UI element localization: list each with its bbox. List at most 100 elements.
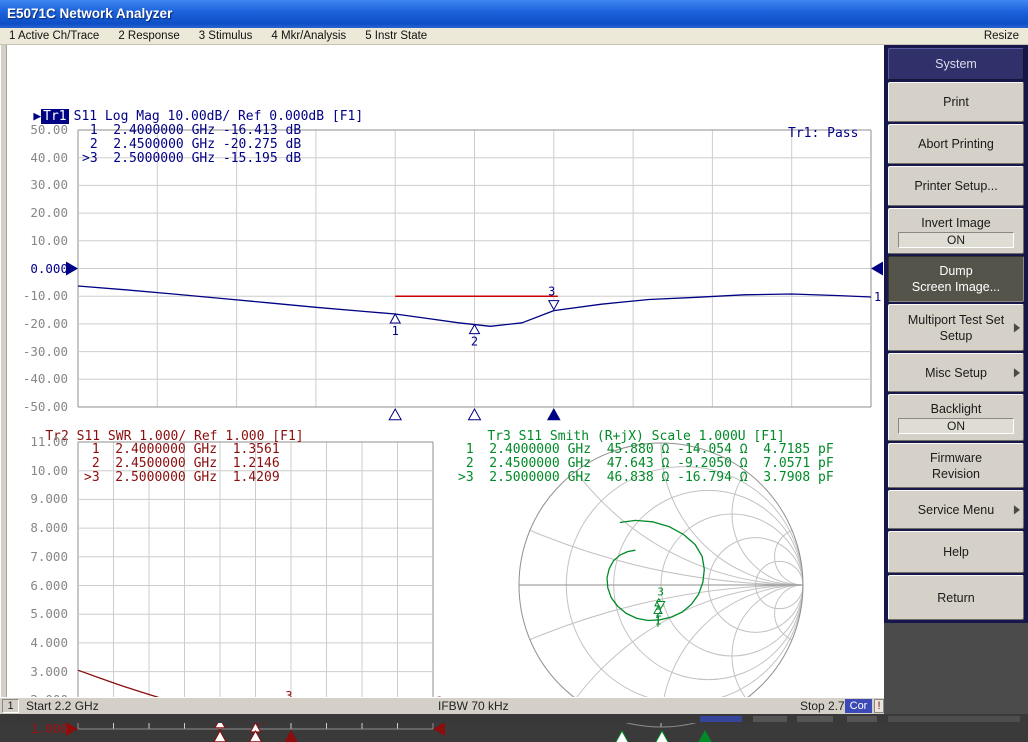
trace1-pass-status: Tr1: Pass	[788, 126, 858, 141]
taskbar-button[interactable]	[797, 716, 833, 722]
warning-badge: !	[874, 699, 884, 713]
trace2-marker-table: 1 2.4000000 GHz 1.3561 2 2.4500000 GHz 1…	[84, 443, 280, 485]
sidebar-button-label: Help	[943, 544, 969, 560]
taskbar-strip	[0, 714, 1028, 723]
y-axis-tick: 50.00	[6, 123, 68, 137]
screen-left-bevel	[0, 45, 7, 697]
y-axis-tick: 1.000	[6, 722, 68, 736]
trace3-stimulus-marker-1	[615, 731, 629, 742]
marker-row: 1 2.4000000 GHz 1.3561	[84, 443, 280, 457]
analyzer-screen: 12311232123 ▶Tr1S11 Log Mag 10.00dB/ Ref…	[0, 45, 884, 697]
sidebar-button-state: ON	[898, 418, 1014, 434]
trace1-marker-label-1: 1	[392, 324, 399, 338]
trace1-marker-1	[390, 314, 400, 323]
y-axis-tick: 8.000	[6, 521, 68, 535]
sidebar-button-firmware-revision[interactable]: FirmwareRevision	[888, 443, 1024, 488]
sidebar-button-printer-setup[interactable]: Printer Setup...	[888, 166, 1024, 206]
sidebar-button-label: Misc Setup	[925, 365, 987, 381]
trace1-marker-label-3: 3	[548, 285, 555, 299]
sidebar-button-label: Firmware	[930, 450, 982, 466]
title-bar[interactable]: E5071C Network Analyzer	[0, 0, 1028, 28]
smith-reactance-arc	[519, 90, 884, 585]
sidebar-button-label: Print	[943, 94, 969, 110]
y-axis-tick: -40.00	[6, 372, 68, 386]
y-axis-tick: -30.00	[6, 345, 68, 359]
y-axis-tick: 3.000	[6, 665, 68, 679]
trace1-marker-2	[470, 325, 480, 334]
sidebar-button-abort-printing[interactable]: Abort Printing	[888, 124, 1024, 164]
trace1-format-label: S11 Log Mag 10.00dB/ Ref 0.000dB [F1]	[74, 109, 364, 124]
menu-item-5-instr-state[interactable]: 5 Instr State	[365, 30, 427, 42]
sidebar-button-return[interactable]: Return	[888, 575, 1024, 620]
trace3-stimulus-marker-3	[698, 731, 712, 742]
y-axis-tick: 5.000	[6, 607, 68, 621]
y-axis-tick: 40.00	[6, 151, 68, 165]
sidebar-button-label: Multiport Test Set	[908, 312, 1004, 328]
y-axis-tick: 10.00	[6, 464, 68, 478]
sidebar-button-dump-screen-image[interactable]: DumpScreen Image...	[888, 256, 1024, 302]
sidebar-button-label: Service Menu	[918, 502, 994, 518]
y-axis-tick: 6.000	[6, 579, 68, 593]
trace1-ref-right	[871, 262, 883, 276]
sidebar-button-state: ON	[898, 232, 1014, 248]
sidebar-button-service-menu[interactable]: Service Menu ▶	[888, 490, 1024, 529]
trace1-marker-label-2: 2	[471, 335, 478, 349]
taskbar-button[interactable]	[700, 716, 742, 722]
y-axis-tick: 11.00	[6, 435, 68, 449]
sidebar-button-help[interactable]: Help	[888, 531, 1024, 573]
sidebar-button-label: Return	[937, 590, 975, 606]
app-window: { "window": {"title": "E5071C Network An…	[0, 0, 1028, 723]
sidebar-button-backlight[interactable]: BacklightON	[888, 394, 1024, 441]
sidebar-button-label: Backlight	[931, 401, 982, 417]
submenu-arrow-icon: ▶	[1014, 498, 1020, 522]
marker-row: 2 2.4500000 GHz -20.275 dB	[82, 138, 301, 152]
menu-item-1-active-ch-trace[interactable]: 1 Active Ch/Trace	[9, 30, 99, 42]
sidebar-button-label: Revision	[932, 466, 980, 482]
y-axis-tick: 30.00	[6, 178, 68, 192]
softkey-buttons: System Print Abort PrintingPrinter Setup..…	[888, 48, 1024, 622]
trace1-marker-table: 1 2.4000000 GHz -16.413 dB 2 2.4500000 G…	[82, 124, 301, 166]
trace2-stimulus-marker-3	[285, 731, 297, 742]
y-axis-tick: 7.000	[6, 550, 68, 564]
sidebar-button-label: Screen Image...	[912, 279, 1000, 295]
trace3-marker-table: 1 2.4000000 GHz 45.880 Ω -14.054 Ω 4.718…	[458, 443, 834, 485]
menu-item-4-mkr-analysis[interactable]: 4 Mkr/Analysis	[271, 30, 346, 42]
softkey-sidebar: System Print Abort PrintingPrinter Setup..…	[884, 45, 1028, 714]
marker-row: >3 2.5000000 GHz 46.838 Ω -16.794 Ω 3.79…	[458, 471, 834, 485]
submenu-arrow-icon: ▶	[1014, 316, 1020, 340]
trace3-marker-label-3: 3	[657, 586, 664, 599]
y-axis-tick: 4.000	[6, 636, 68, 650]
marker-row: 2 2.4500000 GHz 47.643 Ω -9.2050 Ω 7.057…	[458, 457, 834, 471]
trace1-marker-3	[549, 301, 559, 310]
menu-item-3-stimulus[interactable]: 3 Stimulus	[199, 30, 253, 42]
menu-item-2-response[interactable]: 2 Response	[118, 30, 179, 42]
menu-bar: 1 Active Ch/Trace 2 Response 3 Stimulus 4 M…	[0, 28, 1028, 45]
channel-indicator: 1	[2, 699, 19, 713]
y-axis-tick: 20.00	[6, 206, 68, 220]
resize-control[interactable]: Resize	[984, 30, 1019, 42]
sidebar-button-misc-setup[interactable]: Misc Setup ▶	[888, 353, 1024, 392]
menu-items: 1 Active Ch/Trace 2 Response 3 Stimulus 4 M…	[9, 30, 427, 42]
taskbar-button[interactable]	[847, 716, 877, 722]
sidebar-button-label: Invert Image	[921, 215, 990, 231]
trace3-stimulus-marker-2	[655, 731, 669, 742]
y-axis-tick: -20.00	[6, 317, 68, 331]
submenu-arrow-icon: ▶	[1014, 361, 1020, 385]
sidebar-empty-area	[884, 623, 1028, 714]
marker-row: 1 2.4000000 GHz 45.880 Ω -14.054 Ω 4.718…	[458, 443, 834, 457]
taskbar-button[interactable]	[753, 716, 787, 722]
trace1-number-label: 1	[874, 290, 881, 304]
sidebar-button-multiport-test-set-setup[interactable]: Multiport Test SetSetup ▶	[888, 304, 1024, 351]
sidebar-button-label: Setup	[940, 328, 973, 344]
y-axis-tick: 9.000	[6, 492, 68, 506]
y-axis-tick: 0.000	[6, 262, 68, 276]
sidebar-button-system: System	[888, 48, 1024, 80]
sidebar-button-print[interactable]: Print	[888, 82, 1024, 122]
sidebar-button-invert-image[interactable]: Invert ImageON	[888, 208, 1024, 254]
marker-row: 1 2.4000000 GHz -16.413 dB	[82, 124, 301, 138]
marker-row: 2 2.4500000 GHz 1.2146	[84, 457, 280, 471]
status-bar: 1 Start 2.2 GHz IFBW 70 kHz Stop 2.7 GHz…	[0, 697, 884, 714]
y-axis-tick: 10.00	[6, 234, 68, 248]
sidebar-button-label: Dump	[939, 263, 972, 279]
taskbar-clock-area	[888, 716, 1020, 722]
